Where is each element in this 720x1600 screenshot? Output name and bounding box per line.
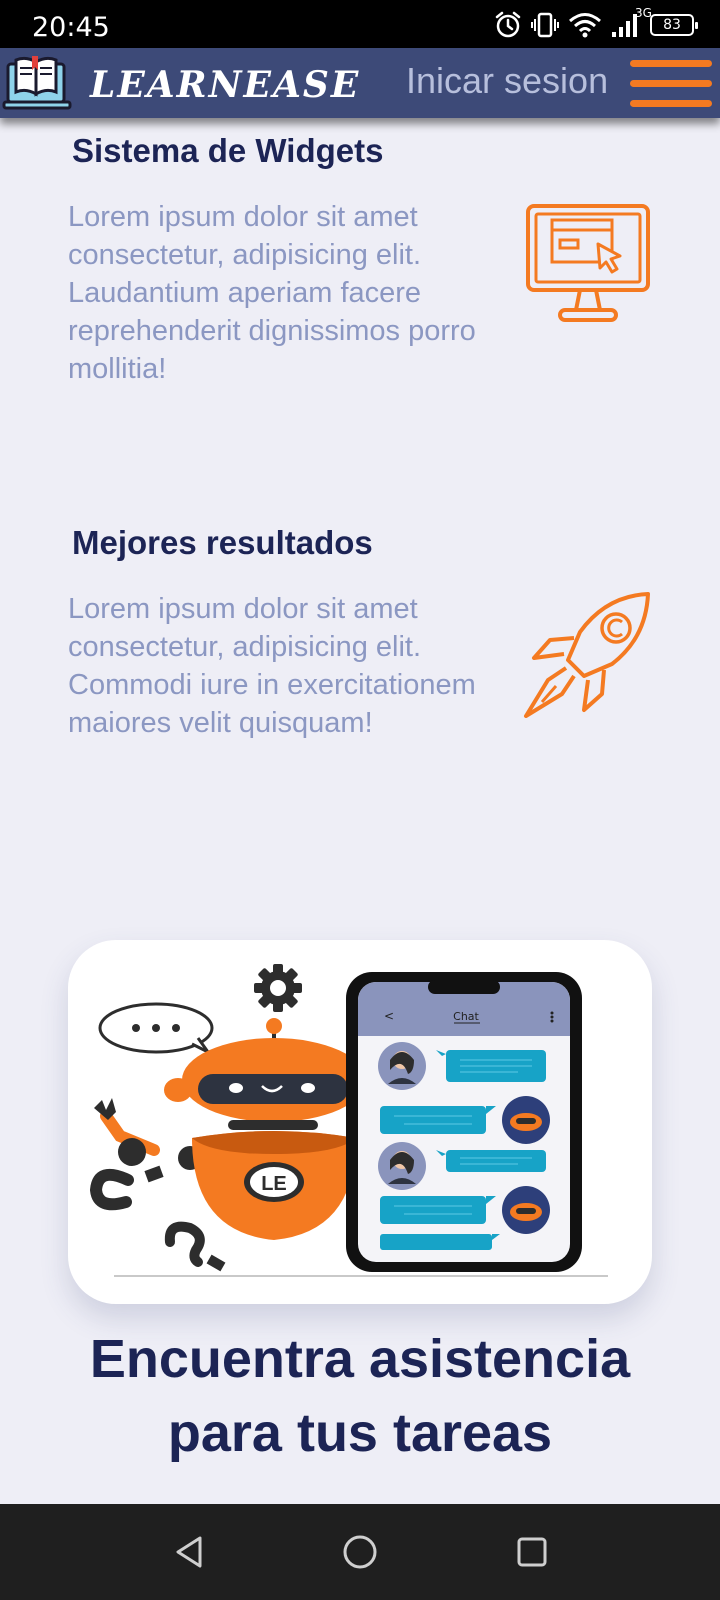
battery-icon: 83 [650, 14, 698, 36]
status-icons: 3G 83 [494, 6, 698, 40]
battery-level: 83 [663, 17, 681, 33]
feature-text: Lorem ipsum dolor sit amet consectetur, … [68, 593, 476, 739]
app-header: LEARNEASE Inicar sesion [0, 48, 720, 118]
system-nav-bar [0, 1504, 720, 1600]
phone-chat-mockup: < Chat [346, 972, 582, 1272]
feature-title: Mejores resultados [72, 524, 373, 561]
assistant-illustration-card: LE < Chat [68, 940, 652, 1304]
back-icon[interactable] [170, 1532, 210, 1572]
gear-icon [254, 964, 302, 1012]
home-icon[interactable] [340, 1532, 380, 1572]
wifi-icon [569, 13, 601, 38]
vibrate-icon [531, 12, 559, 38]
feature-text: Lorem ipsum dolor sit amet consectetur, … [68, 201, 476, 385]
feature-title: Sistema de Widgets [72, 132, 384, 169]
alarm-icon [495, 11, 521, 38]
monitor-cursor-icon [526, 204, 650, 322]
phone-chat-header: Chat [453, 1010, 479, 1023]
hamburger-menu-icon[interactable] [630, 58, 712, 108]
robot-chat-illustration: LE < Chat [89, 964, 608, 1277]
status-bar: 20:45 3G 83 [0, 0, 720, 48]
status-time: 20:45 [32, 12, 110, 43]
recents-icon[interactable] [512, 1532, 552, 1572]
cta-title: Encuentra asistencia para tus tareas [89, 1329, 631, 1463]
login-link[interactable]: Inicar sesion [406, 60, 608, 102]
robot-badge: LE [261, 1173, 287, 1195]
signal-icon: 3G [611, 6, 652, 38]
rocket-icon [524, 592, 650, 718]
brand-name[interactable]: LEARNEASE [90, 64, 360, 106]
svg-text:<: < [384, 1009, 394, 1023]
speech-bubble-icon [98, 1002, 214, 1054]
book-laptop-icon[interactable] [2, 52, 72, 114]
